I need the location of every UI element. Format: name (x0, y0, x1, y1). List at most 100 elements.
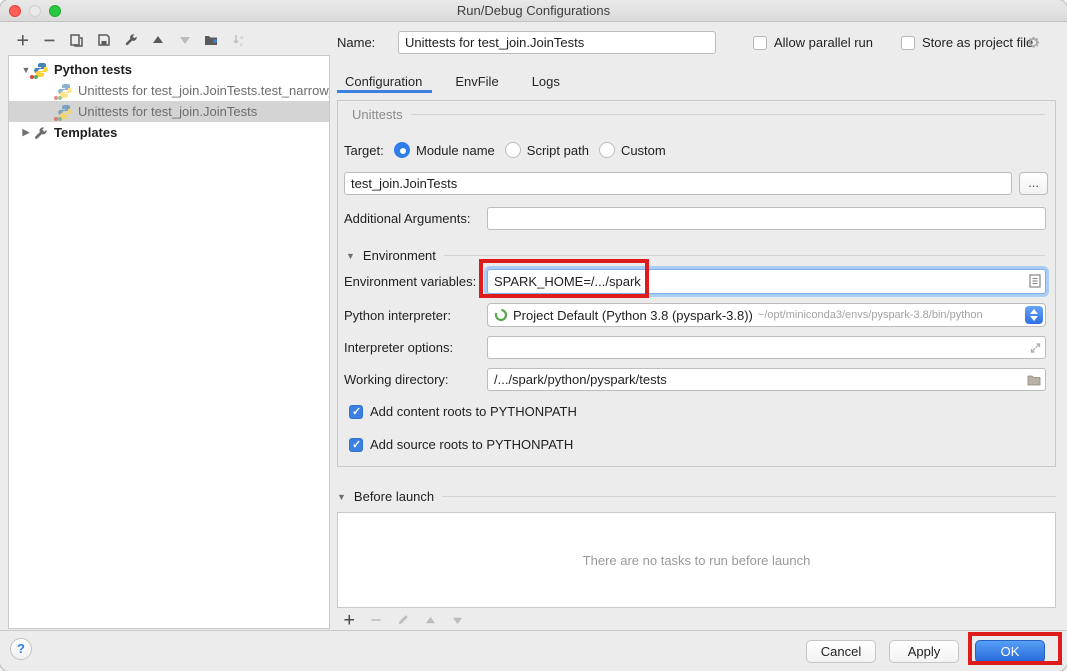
store-as-project-file-label: Store as project file (922, 35, 1033, 50)
target-value-input[interactable] (344, 172, 1012, 195)
working-directory-label: Working directory: (344, 372, 487, 387)
cancel-button[interactable]: Cancel (806, 640, 876, 663)
help-button[interactable]: ? (10, 638, 32, 660)
module-name-radio[interactable] (394, 142, 410, 158)
edit-task-icon (396, 613, 410, 627)
additional-arguments-label: Additional Arguments: (344, 211, 487, 226)
environment-variables-label: Environment variables: (344, 274, 487, 289)
test-badge-icon (30, 75, 39, 80)
tree-item-unittests-jointests-selected[interactable]: Unittests for test_join.JoinTests (9, 101, 329, 122)
allow-parallel-run-checkbox[interactable] (753, 36, 767, 50)
edit-templates-icon[interactable] (122, 32, 139, 49)
tree-item-unittests-test-narrow[interactable]: Unittests for test_join.JoinTests.test_n… (9, 80, 329, 101)
collapse-arrow-icon[interactable]: ▼ (337, 492, 346, 502)
target-row: Target: Module name Script path Custom (344, 139, 666, 161)
working-directory-input[interactable] (487, 368, 1046, 391)
custom-radio[interactable] (599, 142, 615, 158)
dropdown-stepper-icon[interactable] (1025, 306, 1043, 324)
environment-variables-row: Environment variables: (344, 268, 1046, 294)
copy-configuration-icon[interactable] (68, 32, 85, 49)
interpreter-options-input[interactable] (487, 336, 1046, 359)
before-launch-section-header[interactable]: ▼ Before launch (337, 489, 1056, 504)
python-interpreter-select[interactable]: Project Default (Python 3.8 (pyspark-3.8… (487, 303, 1046, 327)
target-option-custom[interactable]: Custom (599, 142, 666, 158)
allow-parallel-run-option[interactable]: Allow parallel run (753, 35, 873, 50)
python-interpreter-label: Python interpreter: (344, 308, 487, 323)
templates-wrench-icon (33, 125, 49, 141)
close-window-button[interactable] (9, 5, 21, 17)
tree-item-label: Templates (54, 125, 117, 140)
add-source-roots-checkbox[interactable] (349, 438, 363, 452)
footer-divider (0, 630, 1067, 631)
save-configuration-icon[interactable] (95, 32, 112, 49)
additional-arguments-row: Additional Arguments: (344, 207, 1046, 230)
add-source-roots-label: Add source roots to PYTHONPATH (370, 437, 573, 452)
configurations-toolbar: az (14, 31, 247, 49)
script-path-radio[interactable] (505, 142, 521, 158)
store-settings-gear-icon[interactable] (1026, 35, 1041, 50)
divider (442, 496, 1056, 497)
expand-field-icon[interactable] (1030, 342, 1041, 353)
browse-folder-icon[interactable] (1027, 374, 1041, 386)
ok-button[interactable]: OK (975, 640, 1045, 663)
active-tab-indicator (337, 90, 432, 93)
interpreter-path-hint: ~/opt/miniconda3/envs/pyspark-3.8/bin/py… (758, 309, 983, 321)
add-configuration-icon[interactable] (14, 32, 31, 49)
add-content-roots-option[interactable]: Add content roots to PYTHONPATH (349, 404, 577, 419)
allow-parallel-run-label: Allow parallel run (774, 35, 873, 50)
target-option-script-path[interactable]: Script path (505, 142, 589, 158)
new-folder-icon[interactable] (203, 32, 220, 49)
interpreter-options-label: Interpreter options: (344, 340, 487, 355)
add-content-roots-checkbox[interactable] (349, 405, 363, 419)
name-label: Name: (337, 35, 398, 50)
add-task-icon[interactable] (342, 613, 356, 627)
move-down-icon (176, 32, 193, 49)
add-content-roots-label: Add content roots to PYTHONPATH (370, 404, 577, 419)
configurations-tree: ▼ Python tests Unittests for test_join.J… (8, 55, 330, 629)
before-launch-section-title: Before launch (354, 489, 434, 504)
titlebar: Run/Debug Configurations (0, 0, 1067, 22)
tree-item-templates[interactable]: ▶ Templates (9, 122, 329, 143)
python-interpreter-row: Python interpreter: Project Default (Pyt… (344, 303, 1046, 327)
test-badge-icon (54, 117, 63, 122)
browse-target-button[interactable]: ... (1019, 172, 1048, 195)
name-row: Name: (337, 31, 716, 54)
additional-arguments-input[interactable] (487, 207, 1046, 230)
collapse-arrow-icon[interactable]: ▼ (19, 65, 33, 75)
environment-section-header[interactable]: ▼ Environment (346, 248, 1045, 263)
apply-button[interactable]: Apply (889, 640, 959, 663)
target-label: Target: (344, 143, 394, 158)
divider (411, 114, 1045, 115)
store-as-project-file-checkbox[interactable] (901, 36, 915, 50)
tree-item-label: Python tests (54, 62, 132, 77)
run-debug-configurations-dialog: Run/Debug Configurations az (0, 0, 1067, 671)
python-test-icon (57, 104, 73, 120)
configuration-panel: Unittests Target: Module name Script pat… (337, 100, 1056, 467)
remove-task-icon (369, 613, 383, 627)
browse-variables-icon[interactable] (1029, 274, 1041, 288)
tab-envfile[interactable]: EnvFile (455, 74, 498, 89)
expand-arrow-icon[interactable]: ▶ (19, 127, 33, 138)
target-option-module-name[interactable]: Module name (394, 142, 495, 158)
move-task-up-icon (423, 613, 437, 627)
tree-item-python-tests[interactable]: ▼ Python tests (9, 59, 329, 80)
environment-variables-input[interactable] (487, 269, 1046, 294)
move-task-down-icon (450, 613, 464, 627)
tab-bar: Configuration EnvFile Logs (345, 71, 593, 91)
zoom-window-button[interactable] (49, 5, 61, 17)
store-as-project-file-option[interactable]: Store as project file (901, 35, 1033, 50)
remove-configuration-icon[interactable] (41, 32, 58, 49)
unittests-group-header: Unittests (352, 107, 1045, 122)
python-test-icon (57, 83, 73, 99)
add-source-roots-option[interactable]: Add source roots to PYTHONPATH (349, 437, 573, 452)
sort-configurations-icon: az (230, 32, 247, 49)
name-input[interactable] (398, 31, 716, 54)
svg-text:z: z (240, 42, 243, 47)
environment-section-title: Environment (363, 248, 436, 263)
before-launch-task-list: There are no tasks to run before launch (337, 512, 1056, 608)
before-launch-empty-message: There are no tasks to run before launch (583, 553, 811, 568)
collapse-arrow-icon[interactable]: ▼ (346, 251, 355, 261)
tab-logs[interactable]: Logs (532, 74, 560, 89)
move-up-icon[interactable] (149, 32, 166, 49)
tab-configuration[interactable]: Configuration (345, 74, 422, 89)
